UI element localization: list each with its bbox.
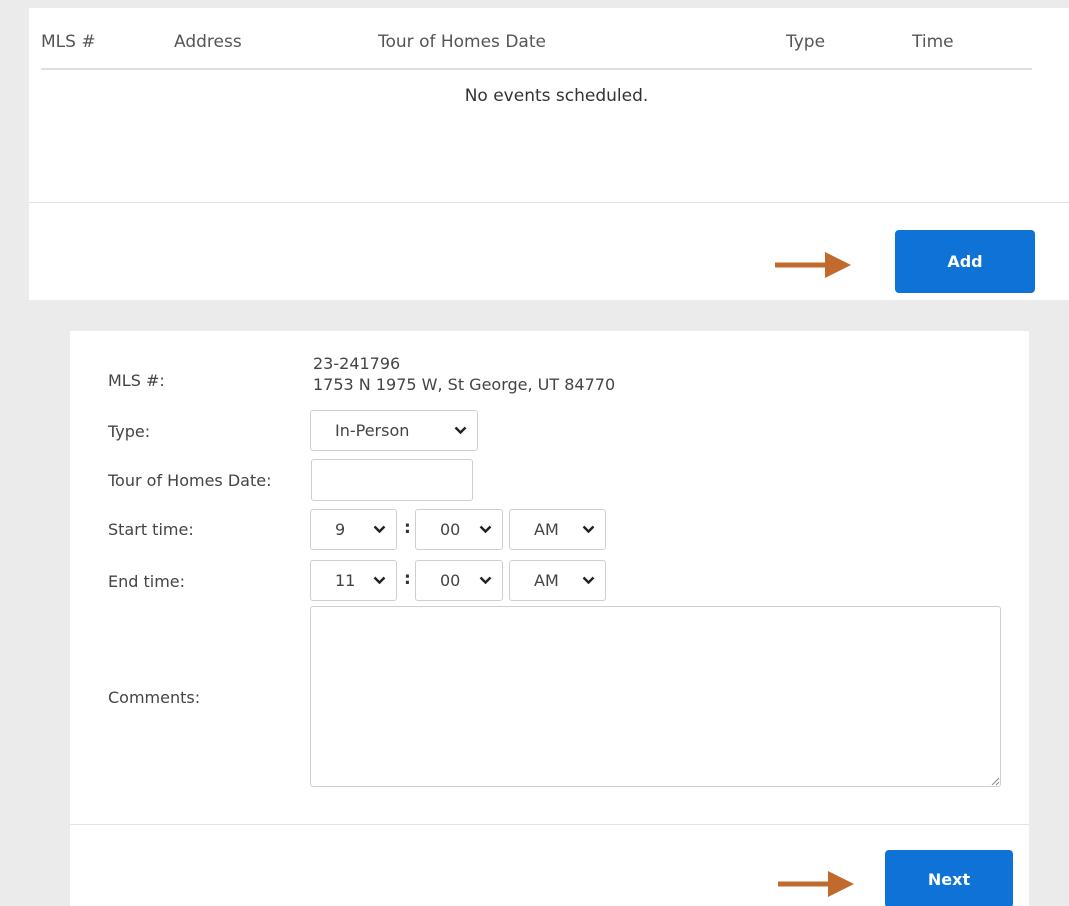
events-footer: Add: [29, 202, 1069, 300]
next-button[interactable]: Next: [885, 850, 1013, 906]
time-separator: :: [404, 518, 411, 538]
column-header-type: Type: [786, 28, 912, 70]
events-table: MLS # Address Tour of Homes Date Type Ti…: [41, 28, 1032, 106]
start-ampm-select[interactable]: AM: [509, 509, 606, 550]
events-table-header: MLS # Address Tour of Homes Date Type Ti…: [41, 28, 1032, 70]
start-hour-select[interactable]: 9: [310, 509, 397, 550]
chevron-down-icon: [582, 525, 595, 534]
end-ampm-value: AM: [534, 571, 559, 590]
end-minute-value: 00: [440, 571, 461, 590]
empty-message: No events scheduled.: [464, 86, 649, 106]
mls-number: 23-241796: [313, 354, 401, 373]
type-select-value: In-Person: [335, 421, 410, 440]
add-button[interactable]: Add: [895, 230, 1035, 293]
arrow-right-icon: [775, 252, 851, 278]
end-minute-select[interactable]: 00: [415, 560, 503, 601]
end-time-label: End time:: [108, 572, 186, 591]
chevron-down-icon: [479, 525, 492, 534]
column-header-address: Address: [174, 28, 378, 70]
type-select[interactable]: In-Person: [310, 410, 478, 451]
start-ampm-value: AM: [534, 520, 559, 539]
events-panel: MLS # Address Tour of Homes Date Type Ti…: [29, 8, 1069, 300]
comments-textarea[interactable]: [310, 606, 1001, 787]
type-label: Type:: [108, 422, 151, 441]
tour-date-input[interactable]: [311, 459, 473, 501]
end-hour-select[interactable]: 11: [310, 560, 397, 601]
chevron-down-icon: [479, 576, 492, 585]
end-ampm-select[interactable]: AM: [509, 560, 606, 601]
form-footer: Next: [70, 824, 1029, 906]
comments-label: Comments:: [108, 688, 201, 707]
table-row: No events scheduled.: [41, 69, 1032, 106]
chevron-down-icon: [373, 525, 386, 534]
chevron-down-icon: [373, 576, 386, 585]
column-header-time: Time: [912, 28, 1032, 70]
start-minute-value: 00: [440, 520, 461, 539]
time-separator: :: [404, 569, 411, 589]
add-event-form: MLS #: 23-241796 1753 N 1975 W, St Georg…: [70, 331, 1029, 906]
tour-date-label: Tour of Homes Date:: [108, 471, 272, 490]
chevron-down-icon: [454, 426, 467, 435]
column-header-mls: MLS #: [41, 28, 174, 70]
chevron-down-icon: [582, 576, 595, 585]
start-hour-value: 9: [335, 520, 346, 539]
resize-grip-icon[interactable]: [990, 776, 1000, 786]
end-hour-value: 11: [335, 571, 356, 590]
mls-address: 1753 N 1975 W, St George, UT 84770: [313, 375, 616, 394]
column-header-tour-date: Tour of Homes Date: [378, 28, 786, 70]
mls-label: MLS #:: [108, 371, 165, 390]
start-minute-select[interactable]: 00: [415, 509, 503, 550]
arrow-right-icon: [778, 871, 854, 897]
start-time-label: Start time:: [108, 520, 194, 539]
